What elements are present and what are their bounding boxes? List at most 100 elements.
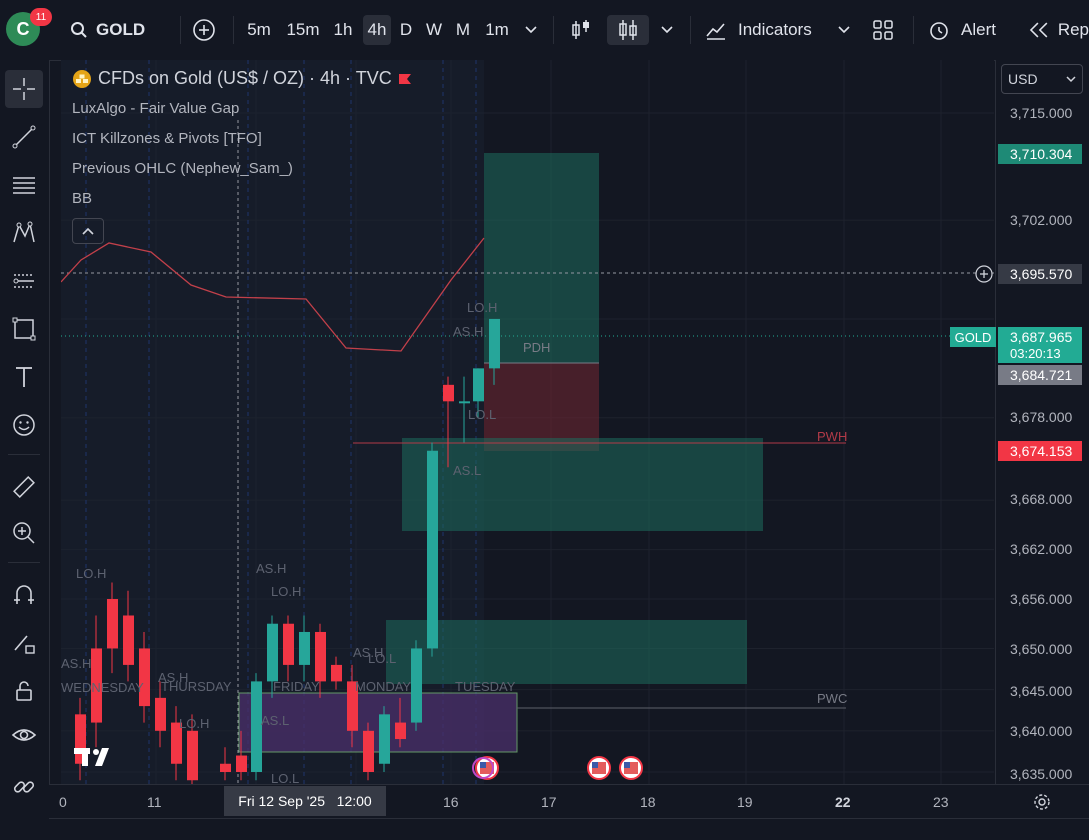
label-thursday: THURSDAY bbox=[161, 679, 232, 694]
top-toolbar: C 11 GOLD 5m 15m 1h 4h D W M 1m Indicato… bbox=[0, 0, 1089, 61]
trend-line-tool[interactable] bbox=[5, 118, 43, 156]
fair-value-gap bbox=[402, 438, 763, 531]
stop-zone bbox=[484, 363, 599, 451]
candlestick-icon bbox=[619, 20, 637, 40]
label-lo-h: LO.H bbox=[271, 584, 301, 599]
shape-tool[interactable] bbox=[5, 310, 43, 348]
label-lo-l: LO.L bbox=[271, 771, 299, 784]
indicators-dropdown[interactable] bbox=[832, 15, 856, 45]
lock-tool[interactable] bbox=[5, 672, 43, 710]
legend-collapse-button[interactable] bbox=[72, 218, 104, 244]
zoom-tool[interactable] bbox=[5, 514, 43, 552]
candle-body bbox=[427, 450, 438, 649]
fair-value-gap bbox=[386, 620, 747, 684]
pwh-price-label: 3,674.153 bbox=[998, 441, 1082, 461]
symbol-price-tag: GOLD bbox=[950, 327, 996, 347]
time-tick: 19 bbox=[737, 794, 753, 810]
chart-settings-button[interactable] bbox=[1030, 791, 1054, 813]
candle-body bbox=[395, 722, 406, 740]
interval-W[interactable]: W bbox=[421, 15, 447, 45]
currency-select[interactable]: USD bbox=[1001, 64, 1083, 94]
gold-icon bbox=[73, 69, 91, 88]
label-pwh: PWH bbox=[817, 429, 847, 444]
interval-1m[interactable]: 1m bbox=[480, 15, 514, 45]
indicator-legend-fvg[interactable]: LuxAlgo - Fair Value Gap bbox=[72, 100, 239, 117]
interval-1h[interactable]: 1h bbox=[328, 15, 358, 45]
interval-15m[interactable]: 15m bbox=[282, 15, 324, 45]
price-tick: 3,635.000 bbox=[1010, 766, 1073, 782]
interval-M[interactable]: M bbox=[451, 15, 475, 45]
chart-type-dropdown[interactable] bbox=[655, 15, 679, 45]
chevron-down-icon bbox=[525, 26, 537, 34]
lock-icon bbox=[16, 681, 32, 701]
candle-body bbox=[236, 755, 247, 772]
alert-label: Alert bbox=[961, 20, 996, 39]
link-icon bbox=[13, 781, 35, 793]
pattern-tool[interactable] bbox=[5, 214, 43, 252]
add-alert-button[interactable] bbox=[972, 264, 996, 284]
us-flag-icon bbox=[592, 762, 598, 768]
crosshair-tool[interactable] bbox=[5, 70, 43, 108]
symbol-legend[interactable]: CFDs on Gold (US$ / OZ) · 4h · TVC bbox=[72, 68, 412, 89]
chevron-down-icon bbox=[1066, 76, 1076, 83]
replay-button[interactable]: Rep bbox=[1028, 15, 1089, 45]
layouts-button[interactable] bbox=[868, 15, 898, 45]
bottom-toolbar bbox=[49, 818, 1089, 840]
measure-tool[interactable] bbox=[5, 468, 43, 506]
keep-drawing-tool[interactable] bbox=[5, 624, 43, 662]
candle-body bbox=[187, 730, 198, 781]
price-tick: 3,645.000 bbox=[1010, 683, 1073, 699]
visibility-tool[interactable] bbox=[5, 716, 43, 754]
interval-5m[interactable]: 5m bbox=[242, 15, 276, 45]
time-tick: 16 bbox=[443, 794, 459, 810]
label-monday: MONDAY bbox=[355, 679, 411, 694]
remove-drawings-tool[interactable] bbox=[5, 768, 43, 806]
label-lo-l: LO.L bbox=[468, 407, 496, 422]
label-lo-l: LO.L bbox=[368, 651, 396, 666]
pencil-lock-icon bbox=[14, 635, 35, 654]
intervals-dropdown[interactable] bbox=[518, 15, 544, 45]
previous-close-label: 3,684.721 bbox=[998, 365, 1082, 385]
indicators-button[interactable]: Indicators bbox=[704, 15, 820, 45]
candle-body bbox=[459, 401, 470, 404]
candle-body bbox=[107, 599, 118, 649]
price-tick: 3,668.000 bbox=[1010, 491, 1073, 507]
alert-button[interactable]: Alert bbox=[927, 15, 1009, 45]
smiley-icon bbox=[13, 414, 35, 436]
fib-tool[interactable] bbox=[5, 166, 43, 204]
indicators-label: Indicators bbox=[738, 20, 812, 39]
horizontal-lines-icon bbox=[13, 177, 35, 194]
label-tuesday: TUESDAY bbox=[455, 679, 516, 694]
trend-line-icon bbox=[12, 125, 36, 149]
compare-symbol-button[interactable] bbox=[189, 15, 219, 45]
projection-tool[interactable] bbox=[5, 262, 43, 300]
alarm-clock-icon bbox=[930, 22, 948, 40]
text-tool[interactable] bbox=[5, 358, 43, 396]
magnet-tool[interactable] bbox=[5, 576, 43, 614]
bar-style-button[interactable] bbox=[565, 15, 597, 45]
interval-4h[interactable]: 4h bbox=[363, 15, 391, 45]
indicator-legend-bb[interactable]: BB bbox=[72, 190, 92, 207]
label-lo-h: LO.H bbox=[76, 566, 106, 581]
emoji-tool[interactable] bbox=[5, 406, 43, 444]
currency-label: USD bbox=[1008, 71, 1038, 87]
price-tick: 3,656.000 bbox=[1010, 591, 1073, 607]
ruler-icon bbox=[13, 476, 35, 498]
chevron-down-icon bbox=[838, 26, 850, 34]
indicator-legend-killzones[interactable]: ICT Killzones & Pivots [TFO] bbox=[72, 130, 262, 147]
candle-body bbox=[220, 763, 231, 772]
time-tick: 23 bbox=[933, 794, 949, 810]
interval-D[interactable]: D bbox=[395, 15, 417, 45]
symbol-search[interactable]: GOLD bbox=[70, 15, 150, 45]
rewind-icon bbox=[1029, 22, 1048, 38]
time-tick: 11 bbox=[147, 794, 162, 810]
chart-type-button[interactable] bbox=[607, 15, 649, 45]
label-lo-h: LO.H bbox=[179, 716, 209, 731]
price-tick: 3,715.000 bbox=[1010, 105, 1073, 121]
crosshair-icon bbox=[13, 78, 35, 100]
indicator-legend-previous-ohlc[interactable]: Previous OHLC (Nephew_Sam_) bbox=[72, 160, 293, 177]
label-as-l: AS.L bbox=[453, 463, 481, 478]
candle-body bbox=[473, 368, 484, 402]
time-tick: 18 bbox=[640, 794, 656, 810]
target-zone bbox=[484, 153, 599, 363]
